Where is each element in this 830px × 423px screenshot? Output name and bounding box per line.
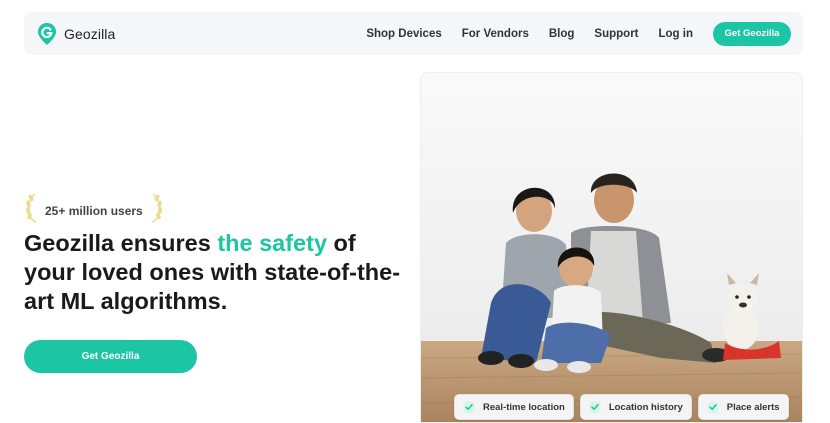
nav-link-support[interactable]: Support (594, 28, 638, 40)
feature-chip-place-alerts: Place alerts (697, 394, 789, 420)
headline-accent: the safety (217, 230, 328, 256)
laurel-wreath-left-icon (24, 192, 38, 229)
check-icon (588, 401, 601, 413)
feature-chip-label: Real-time location (483, 401, 565, 413)
top-navbar: Geozilla Shop Devices For Vendors Blog S… (24, 12, 803, 55)
hero-get-geozilla-button[interactable]: Get Geozilla (24, 340, 197, 373)
feature-chip-label: Location history (608, 401, 683, 413)
users-badge: 25+ million users (24, 192, 164, 229)
feature-chip-label: Place alerts (726, 401, 780, 413)
location-pin-g-icon (36, 22, 58, 46)
hero-headline: Geozilla ensures the safety of your love… (24, 229, 404, 316)
nav-link-for-vendors[interactable]: For Vendors (462, 28, 529, 40)
brand-name: Geozilla (64, 25, 116, 42)
nav-link-log-in[interactable]: Log in (659, 28, 694, 40)
laurel-wreath-right-icon (150, 192, 164, 229)
nav-get-geozilla-button[interactable]: Get Geozilla (713, 21, 791, 46)
brand-logo[interactable]: Geozilla (36, 22, 115, 46)
nav-links: Shop Devices For Vendors Blog Support Lo… (346, 21, 791, 46)
users-count-text: 25+ million users (45, 203, 143, 218)
check-icon (706, 401, 719, 413)
family-photo (420, 72, 803, 423)
headline-text-start: Geozilla ensures (24, 230, 218, 256)
feature-chip-real-time-location: Real-time location (454, 394, 574, 420)
check-icon (463, 401, 475, 413)
feature-chips: Real-time location Location history Plac… (454, 394, 795, 420)
feature-chip-location-history: Location history (579, 394, 692, 420)
nav-link-shop-devices[interactable]: Shop Devices (366, 28, 441, 40)
nav-link-blog[interactable]: Blog (549, 28, 575, 40)
